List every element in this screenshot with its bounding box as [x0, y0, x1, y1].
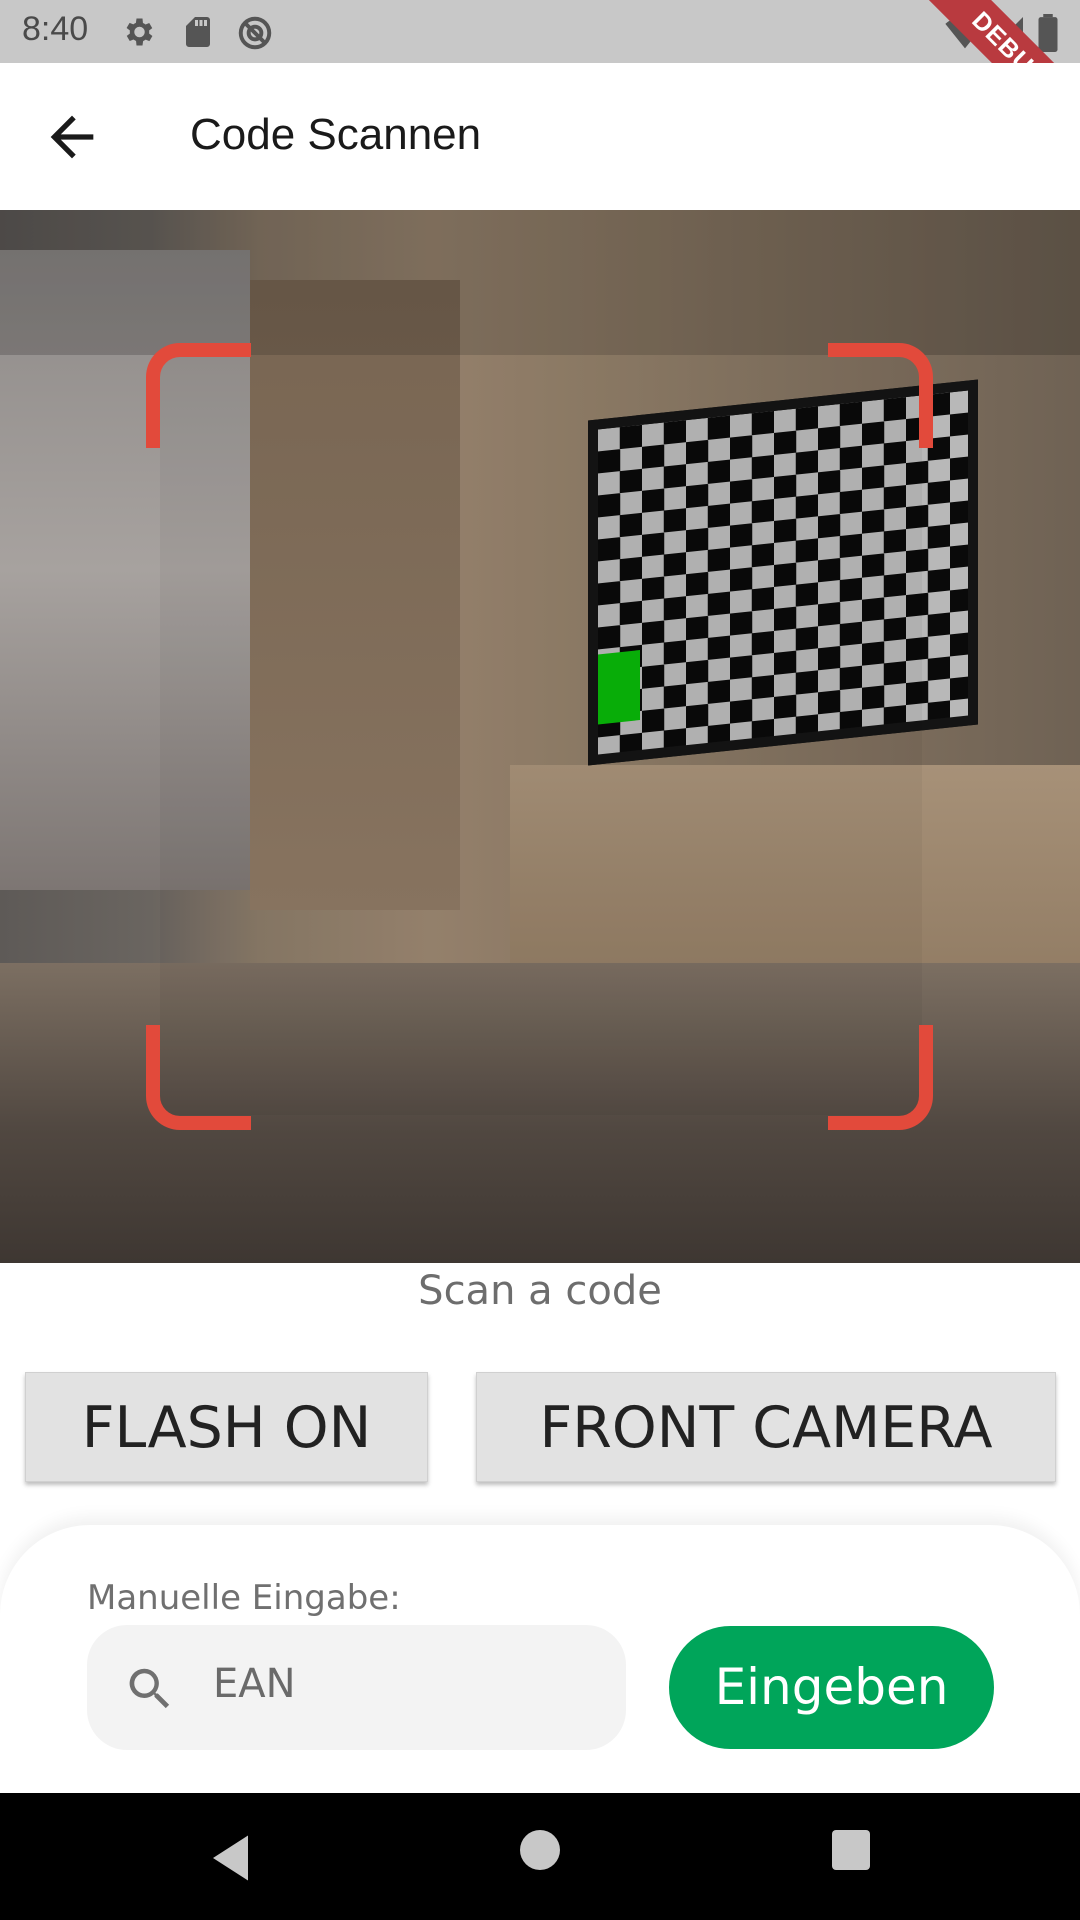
status-bar: 8:40 DEBUG — [0, 0, 1080, 158]
battery-icon — [1038, 14, 1058, 52]
submit-button[interactable]: Eingeben — [669, 1626, 994, 1749]
search-icon — [129, 1668, 170, 1709]
nav-home-icon[interactable] — [520, 1830, 560, 1870]
arrow-back-icon[interactable] — [40, 105, 104, 169]
system-nav-bar — [0, 1793, 1080, 1920]
sd-card-icon — [186, 17, 210, 47]
nav-recents-icon[interactable] — [832, 1830, 870, 1870]
camera-switch-button[interactable]: FRONT CAMERA — [476, 1372, 1056, 1482]
camera-preview — [0, 210, 1080, 1263]
page-title: Code Scannen — [190, 110, 482, 159]
app-bar: Code Scannen — [0, 63, 1080, 210]
ean-input[interactable]: EAN — [87, 1625, 626, 1750]
scan-caption: Scan a code — [418, 1268, 662, 1314]
nav-back-icon[interactable] — [203, 1828, 263, 1888]
settings-icon — [126, 18, 153, 46]
scan-window — [160, 355, 922, 1115]
scan-overlay-dim — [0, 210, 1080, 355]
scan-frame-corner-top-right — [828, 343, 933, 448]
scan-frame-corner-top-left — [146, 343, 251, 448]
vpn-icon — [238, 16, 272, 50]
manual-entry-label: Manuelle Eingabe: — [87, 1578, 401, 1618]
status-time: 8:40 — [22, 10, 89, 48]
scan-frame-corner-bottom-left — [146, 1025, 251, 1130]
scan-frame-corner-bottom-right — [828, 1025, 933, 1130]
app-root: 8:40 DEBUG Code Scannen Scan a code FLAS… — [0, 0, 1080, 1920]
ean-input-placeholder: EAN — [213, 1661, 296, 1707]
flash-toggle-button[interactable]: FLASH ON — [25, 1372, 428, 1482]
